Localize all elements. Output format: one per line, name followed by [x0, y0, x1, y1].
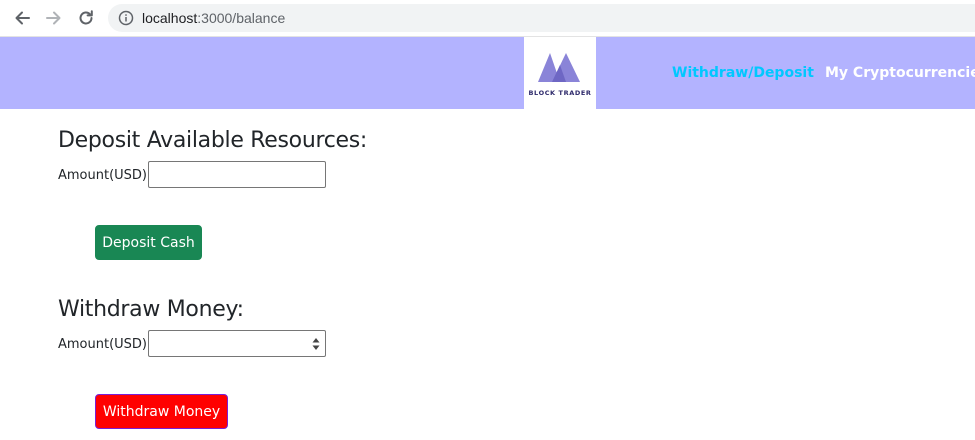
- number-spinner-icon[interactable]: [312, 337, 320, 351]
- nav-link-my-cryptocurrencies[interactable]: My Cryptocurrencies: [825, 65, 975, 81]
- nav-link-withdraw-deposit[interactable]: Withdraw/Deposit: [672, 65, 814, 81]
- url-text: localhost:3000/balance: [142, 10, 285, 26]
- url-path: :3000/balance: [197, 10, 286, 26]
- logo-mountains-icon: [538, 53, 580, 82]
- address-bar[interactable]: localhost:3000/balance: [108, 4, 975, 32]
- brand-logo[interactable]: BLOCK TRADER: [524, 37, 596, 109]
- deposit-amount-input[interactable]: [148, 161, 326, 188]
- withdraw-amount-label: Amount(USD):: [58, 337, 152, 352]
- info-icon[interactable]: [118, 10, 134, 26]
- deposit-cash-button[interactable]: Deposit Cash: [95, 225, 202, 260]
- deposit-amount-label: Amount(USD):: [58, 168, 152, 183]
- app-navbar: BLOCK TRADER Withdraw/Deposit My Cryptoc…: [0, 37, 975, 109]
- browser-toolbar: localhost:3000/balance: [0, 0, 975, 37]
- withdraw-title: Withdraw Money:: [58, 297, 244, 322]
- brand-text: BLOCK TRADER: [528, 89, 592, 97]
- withdraw-amount-input[interactable]: [148, 330, 326, 357]
- forward-arrow-icon[interactable]: [41, 5, 67, 31]
- reload-icon[interactable]: [73, 5, 99, 31]
- deposit-title: Deposit Available Resources:: [58, 128, 368, 153]
- url-host: localhost: [142, 10, 198, 26]
- withdraw-money-button[interactable]: Withdraw Money: [95, 394, 228, 429]
- back-arrow-icon[interactable]: [9, 5, 35, 31]
